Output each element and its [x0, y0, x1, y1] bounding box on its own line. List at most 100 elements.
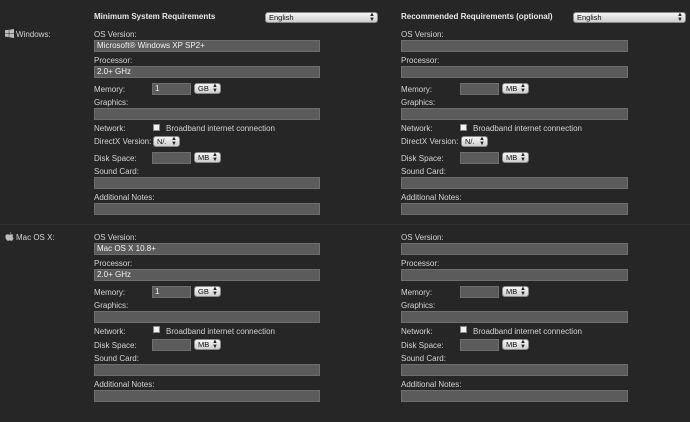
apple-logo-icon — [5, 232, 14, 242]
win-rec-graphics-input[interactable] — [401, 108, 628, 120]
mac-rec-memory-input[interactable] — [460, 286, 499, 298]
mac-rec-graphics-input[interactable] — [401, 311, 628, 323]
win-min-directx-label: DirectX Version: — [94, 137, 152, 146]
win-min-notes-label: Additional Notes: — [94, 193, 155, 202]
win-rec-notes-input[interactable] — [401, 203, 628, 215]
mac-rec-memory-label: Memory: — [401, 288, 433, 297]
updown-arrows-icon: ▲ ▼ — [369, 12, 375, 23]
mac-min-disk-input[interactable] — [152, 339, 191, 351]
language-select-minimum[interactable]: English ▲ ▼ — [265, 12, 378, 23]
mac-min-notes-input[interactable] — [94, 390, 320, 402]
mac-min-processor-label: Processor: — [94, 259, 133, 268]
win-min-sound-label: Sound Card: — [94, 167, 139, 176]
updown-arrows-icon: ▲ ▼ — [171, 136, 177, 147]
win-min-memory-input[interactable]: 1 — [152, 83, 191, 95]
windows-os-label: Windows: — [16, 30, 51, 39]
mac-rec-processor-label: Processor: — [401, 259, 440, 268]
win-rec-processor-label: Processor: — [401, 56, 440, 65]
mac-rec-network-label: Network: — [401, 327, 433, 336]
mac-min-os-version-label: OS Version: — [94, 233, 137, 242]
mac-rec-broadband-label: Broadband internet connection — [473, 327, 582, 336]
win-min-network-label: Network: — [94, 124, 126, 133]
win-rec-network-label: Network: — [401, 124, 433, 133]
win-rec-memory-input[interactable] — [460, 83, 499, 95]
win-min-disk-input[interactable] — [152, 152, 191, 164]
win-rec-directx-select[interactable]: N/. ▲ ▼ — [461, 136, 488, 147]
mac-rec-broadband-checkbox[interactable] — [460, 326, 467, 333]
mac-rec-os-version-input[interactable] — [401, 243, 628, 255]
recommended-requirements-header: Recommended Requirements (optional) — [401, 12, 553, 21]
mac-min-os-version-input[interactable]: Mac OS X 10.8+ — [94, 243, 320, 255]
win-min-graphics-input[interactable] — [94, 108, 320, 120]
win-min-os-version-input[interactable]: Microsoft® Windows XP SP2+ — [94, 40, 320, 52]
mac-min-graphics-input[interactable] — [94, 311, 320, 323]
mac-min-memory-unit-select[interactable]: GB ▲ ▼ — [194, 286, 221, 297]
mac-min-broadband-checkbox[interactable] — [153, 326, 160, 333]
updown-arrows-icon: ▲ ▼ — [212, 286, 218, 297]
mac-rec-memory-unit-select[interactable]: MB ▲ ▼ — [502, 286, 529, 297]
win-rec-memory-label: Memory: — [401, 85, 433, 94]
win-rec-sound-label: Sound Card: — [401, 167, 446, 176]
win-rec-broadband-label: Broadband internet connection — [473, 124, 582, 133]
updown-arrows-icon: ▲ ▼ — [677, 12, 683, 23]
updown-arrows-icon: ▲ ▼ — [212, 83, 218, 94]
win-rec-sound-input[interactable] — [401, 177, 628, 189]
win-min-broadband-label: Broadband internet connection — [166, 124, 275, 133]
win-min-notes-input[interactable] — [94, 203, 320, 215]
mac-rec-disk-input[interactable] — [460, 339, 499, 351]
mac-rec-os-version-label: OS Version: — [401, 233, 444, 242]
mac-min-disk-unit-select[interactable]: MB ▲ ▼ — [194, 339, 221, 350]
mac-min-memory-label: Memory: — [94, 288, 126, 297]
updown-arrows-icon: ▲ ▼ — [520, 286, 526, 297]
mac-rec-processor-input[interactable] — [401, 269, 628, 281]
mac-rec-disk-label: Disk Space: — [401, 341, 444, 350]
win-min-sound-input[interactable] — [94, 177, 320, 189]
mac-rec-notes-label: Additional Notes: — [401, 380, 462, 389]
win-min-directx-select[interactable]: N/. ▲ ▼ — [153, 136, 180, 147]
mac-min-memory-input[interactable]: 1 — [152, 286, 191, 298]
win-rec-disk-input[interactable] — [460, 152, 499, 164]
updown-arrows-icon: ▲ ▼ — [520, 83, 526, 94]
mac-rec-disk-unit-select[interactable]: MB ▲ ▼ — [502, 339, 529, 350]
mac-min-sound-label: Sound Card: — [94, 354, 139, 363]
mac-min-processor-input[interactable]: 2.0+ GHz — [94, 269, 320, 281]
win-rec-graphics-label: Graphics: — [401, 98, 436, 107]
mac-min-graphics-label: Graphics: — [94, 301, 129, 310]
win-rec-processor-input[interactable] — [401, 66, 628, 78]
win-rec-os-version-label: OS Version: — [401, 30, 444, 39]
updown-arrows-icon: ▲ ▼ — [479, 136, 485, 147]
minimum-requirements-header: Minimum System Requirements — [94, 12, 216, 21]
section-divider — [0, 224, 690, 225]
win-min-processor-label: Processor: — [94, 56, 133, 65]
win-min-memory-unit-select[interactable]: GB ▲ ▼ — [194, 83, 221, 94]
mac-os-label: Mac OS X: — [16, 233, 55, 242]
win-min-disk-unit-select[interactable]: MB ▲ ▼ — [194, 152, 221, 163]
language-select-recommended[interactable]: English ▲ ▼ — [573, 12, 686, 23]
win-rec-os-version-input[interactable] — [401, 40, 628, 52]
mac-min-broadband-label: Broadband internet connection — [166, 327, 275, 336]
win-min-disk-label: Disk Space: — [94, 154, 137, 163]
mac-rec-graphics-label: Graphics: — [401, 301, 436, 310]
win-rec-notes-label: Additional Notes: — [401, 193, 462, 202]
win-min-broadband-checkbox[interactable] — [153, 124, 160, 131]
updown-arrows-icon: ▲ ▼ — [212, 152, 218, 163]
mac-min-notes-label: Additional Notes: — [94, 380, 155, 389]
windows-logo-icon — [5, 29, 14, 38]
win-min-processor-input[interactable]: 2.0+ GHz — [94, 66, 320, 78]
win-rec-broadband-checkbox[interactable] — [460, 124, 467, 131]
win-rec-disk-unit-select[interactable]: MB ▲ ▼ — [502, 152, 529, 163]
mac-rec-notes-input[interactable] — [401, 390, 628, 402]
win-rec-directx-label: DirectX Version: — [401, 137, 459, 146]
updown-arrows-icon: ▲ ▼ — [212, 339, 218, 350]
updown-arrows-icon: ▲ ▼ — [520, 152, 526, 163]
win-min-os-version-label: OS Version: — [94, 30, 137, 39]
mac-min-sound-input[interactable] — [94, 364, 320, 376]
win-rec-memory-unit-select[interactable]: MB ▲ ▼ — [502, 83, 529, 94]
mac-min-network-label: Network: — [94, 327, 126, 336]
mac-rec-sound-input[interactable] — [401, 364, 628, 376]
mac-min-disk-label: Disk Space: — [94, 341, 137, 350]
win-min-graphics-label: Graphics: — [94, 98, 129, 107]
win-min-memory-label: Memory: — [94, 85, 126, 94]
mac-rec-sound-label: Sound Card: — [401, 354, 446, 363]
updown-arrows-icon: ▲ ▼ — [520, 339, 526, 350]
